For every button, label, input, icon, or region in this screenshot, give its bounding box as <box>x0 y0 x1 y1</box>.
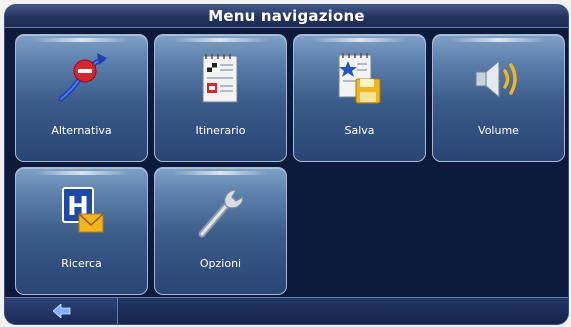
ricerca-button[interactable]: H Ricerca <box>15 167 148 295</box>
back-arrow-icon <box>53 304 71 318</box>
wrench-icon <box>198 189 244 238</box>
ricerca-label: Ricerca <box>61 257 102 270</box>
back-button[interactable] <box>5 298 118 324</box>
alternativa-button[interactable]: Alternativa <box>15 34 148 162</box>
save-icon <box>338 53 381 104</box>
salva-label: Salva <box>344 124 375 137</box>
title-bar: Menu navigazione <box>5 5 568 28</box>
volume-button[interactable]: Volume <box>432 34 565 162</box>
opzioni-button[interactable]: Opzioni <box>154 167 287 295</box>
alternativa-label: Alternativa <box>51 124 112 137</box>
detour-icon <box>58 53 107 102</box>
itinerario-button[interactable]: Itinerario <box>154 34 287 162</box>
volume-label: Volume <box>478 124 519 137</box>
navigation-menu-window: Menu navigazione Alternativa Itinerario … <box>4 4 569 325</box>
hospital-search-icon: H <box>62 187 104 233</box>
bottom-bar <box>5 297 568 324</box>
opzioni-label: Opzioni <box>199 257 242 270</box>
page-title: Menu navigazione <box>208 7 365 25</box>
itinerario-label: Itinerario <box>195 124 246 137</box>
volume-icon <box>475 59 517 99</box>
salva-button[interactable]: Salva <box>293 34 426 162</box>
itinerary-icon <box>202 54 238 103</box>
